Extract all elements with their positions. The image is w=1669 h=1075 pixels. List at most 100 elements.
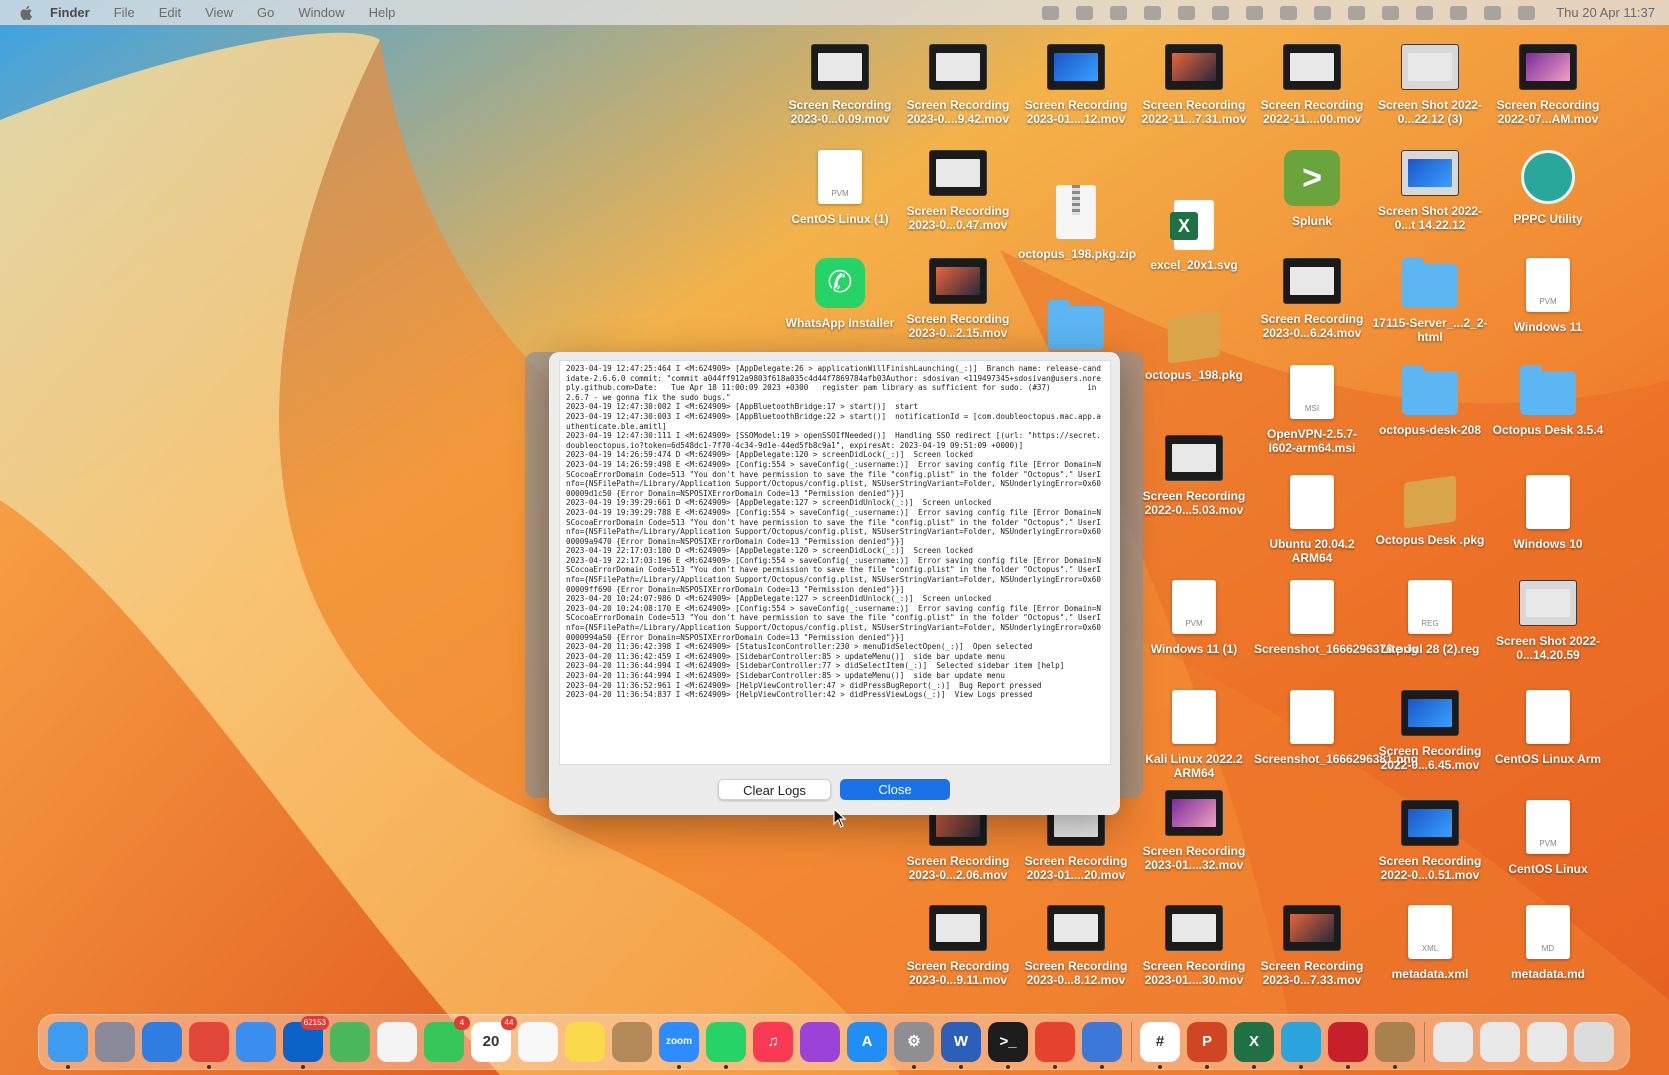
safari-icon[interactable] [142,1022,182,1062]
desktop-icon[interactable]: Windows 10 [1490,475,1606,551]
clear-logs-button[interactable]: Clear Logs [718,779,831,800]
menu-view[interactable]: View [205,5,233,20]
status-icon-11[interactable] [1382,5,1400,20]
desktop-icon[interactable]: CentOS Linux Arm [1490,690,1606,766]
desktop-icon[interactable]: ✆ WhatsApp Installer [782,258,898,330]
outlook-icon[interactable]: 62153 [283,1016,329,1069]
keyboard-input-icon[interactable] [1348,5,1366,20]
desktop-icon[interactable]: Screen Recording 2023-0...2.15.mov [900,258,1016,340]
word-icon[interactable]: W [941,1022,981,1069]
desktop-icon[interactable]: Screen Recording 2022-11....00.mov [1254,44,1370,126]
desktop-icon[interactable]: Screenshot_1666296376.png [1254,580,1418,656]
log-text-view[interactable]: 2023-04-19 12:47:25:464 I <M:624909> [Ap… [559,360,1111,765]
anydesk-icon[interactable] [1035,1022,1075,1069]
desktop-icon[interactable]: PPPC Utility [1490,150,1606,226]
siri-icon[interactable] [1518,5,1536,20]
desktop-icon[interactable]: Screen Recording 2023-0...8.12.mov [1018,905,1134,987]
finder-icon[interactable] [48,1022,88,1069]
whatsapp-icon[interactable] [706,1022,746,1069]
battery-icon[interactable] [1178,5,1196,20]
spotlight-search-icon[interactable] [1450,5,1468,20]
play-icon[interactable] [1144,5,1162,20]
status-icon-1[interactable] [1042,5,1060,20]
wifi-icon[interactable] [1416,5,1434,20]
music-icon[interactable]: ♫ [753,1022,793,1062]
app-store-icon[interactable]: A [847,1022,887,1062]
desktop-icon[interactable]: MSI OpenVPN-2.5.7-I602-arm64.msi [1254,365,1370,455]
desktop-icon[interactable]: PVM CentOS Linux [1490,800,1606,876]
status-icon-8[interactable] [1280,5,1298,20]
desktop-icon[interactable]: Screen Recording 2023-0...9.11.mov [900,905,1016,987]
folder-stack-icon[interactable] [1527,1022,1567,1062]
powerpoint-icon[interactable]: P [1187,1022,1227,1069]
contacts-icon[interactable] [612,1022,652,1062]
desktop-icon[interactable]: Screen Recording 2022-0...5.03.mov [1136,435,1252,517]
desktop-icon[interactable]: Screen Recording 2023-0...7.33.mov [1254,905,1370,987]
slack-icon[interactable]: # [1140,1022,1180,1069]
facetime-icon[interactable]: 4 [424,1016,470,1062]
notes-icon[interactable] [565,1022,605,1062]
close-button[interactable]: Close [840,779,950,800]
desktop-icon[interactable]: XML metadata.xml [1372,905,1488,981]
telegram-icon[interactable] [1281,1022,1321,1069]
photos-icon[interactable] [377,1022,417,1062]
apple-menu-icon[interactable] [18,5,36,21]
desktop-icon[interactable]: REG Lite Jul 28 (2).reg [1372,580,1488,656]
menu-clock[interactable]: Thu 20 Apr 11:37 [1556,5,1655,20]
desktop-icon[interactable]: Screen Recording 2023-0...6.24.mov [1254,258,1370,340]
chrome-icon[interactable] [189,1022,229,1069]
desktop-icon[interactable]: Screen Recording 2023-0...0.09.mov [782,44,898,126]
mail-icon[interactable] [236,1022,276,1062]
desktop-icon[interactable]: octopus-desk-208 [1372,365,1488,437]
zoom-icon[interactable]: zoom [659,1022,699,1069]
desktop-icon[interactable]: PVM Windows 11 (1) [1136,580,1252,656]
menu-edit[interactable]: Edit [159,5,181,20]
document-stack-icon[interactable] [1433,1022,1473,1062]
excel-icon[interactable]: X [1234,1022,1274,1069]
desktop-icon[interactable]: 17115-Server_...2_2-html [1372,258,1488,344]
menu-go[interactable]: Go [257,5,274,20]
desktop-icon[interactable]: Screen Recording 2023-01....32.mov [1136,790,1252,872]
menu-file[interactable]: File [114,5,135,20]
system-settings-icon[interactable]: ⚙ [894,1022,934,1069]
menu-help[interactable]: Help [369,5,396,20]
podcasts-icon[interactable] [800,1022,840,1062]
desktop-icon[interactable]: > Splunk [1254,150,1370,228]
launchpad-icon[interactable] [95,1022,135,1062]
desktop-icon[interactable]: Screen Recording 2022-0...6.45.mov [1372,690,1488,772]
status-icon-6[interactable] [1212,5,1230,20]
desktop-icon[interactable]: Screen Recording 2022-11...7.31.mov [1136,44,1252,126]
desktop-icon[interactable]: PVM CentOS Linux (1) [782,150,898,226]
desktop-icon[interactable]: Screen Shot 2022-0...14.20.59 [1490,580,1606,662]
octopus-status-icon[interactable] [1076,5,1094,20]
desktop-icon[interactable]: Screen Shot 2022-0...t 14.22.12 [1372,150,1488,232]
desktop-icon[interactable]: octopus_198.pkg [1136,310,1252,382]
desktop-icon[interactable]: Screen Recording 2023-01....30.mov [1136,905,1252,987]
desktop-icon[interactable]: Screen Recording 2023-01....12.mov [1018,44,1134,126]
downloads-stack-icon[interactable] [1480,1022,1520,1062]
desktop-icon[interactable]: Ubuntu 20.04.2 ARM64 [1254,475,1370,565]
calendar-icon[interactable]: 20 44 [471,1016,517,1062]
desktop-icon[interactable]: excel_20x1.svg [1136,200,1252,272]
desktop-icon[interactable]: MD metadata.md [1490,905,1606,981]
reminders-icon[interactable] [518,1022,558,1062]
bluetooth-icon[interactable] [1246,5,1264,20]
desktop-icon[interactable]: octopus_198.pkg.zip [1018,185,1136,261]
desktop-icon[interactable]: Octopus Desk .pkg [1372,475,1488,547]
desktop-icon[interactable]: Kali Linux 2022.2 ARM64 [1136,690,1252,780]
acrobat-icon[interactable] [1328,1022,1368,1069]
desktop-icon[interactable]: Screen Recording 2023-0....9.42.mov [900,44,1016,126]
desktop-icon[interactable]: Screen Recording 2022-07...AM.mov [1490,44,1606,126]
preview-icon[interactable] [1082,1022,1122,1069]
desktop-icon[interactable]: Screen Shot 2022-0...22.12 (3) [1372,44,1488,126]
status-icon-9[interactable] [1314,5,1332,20]
menu-window[interactable]: Window [298,5,344,20]
terminal-icon[interactable]: >_ [988,1022,1028,1069]
desktop-icon[interactable]: Octopus Desk 3.5.4 [1490,365,1606,437]
trash-icon[interactable] [1574,1022,1614,1062]
maps-icon[interactable] [330,1022,370,1062]
desktop-icon[interactable]: Screenshot_1666296381.png [1254,690,1418,766]
desktop-icon[interactable]: PVM Windows 11 [1490,258,1606,334]
status-icon-3[interactable] [1110,5,1128,20]
control-center-icon[interactable] [1484,5,1502,20]
